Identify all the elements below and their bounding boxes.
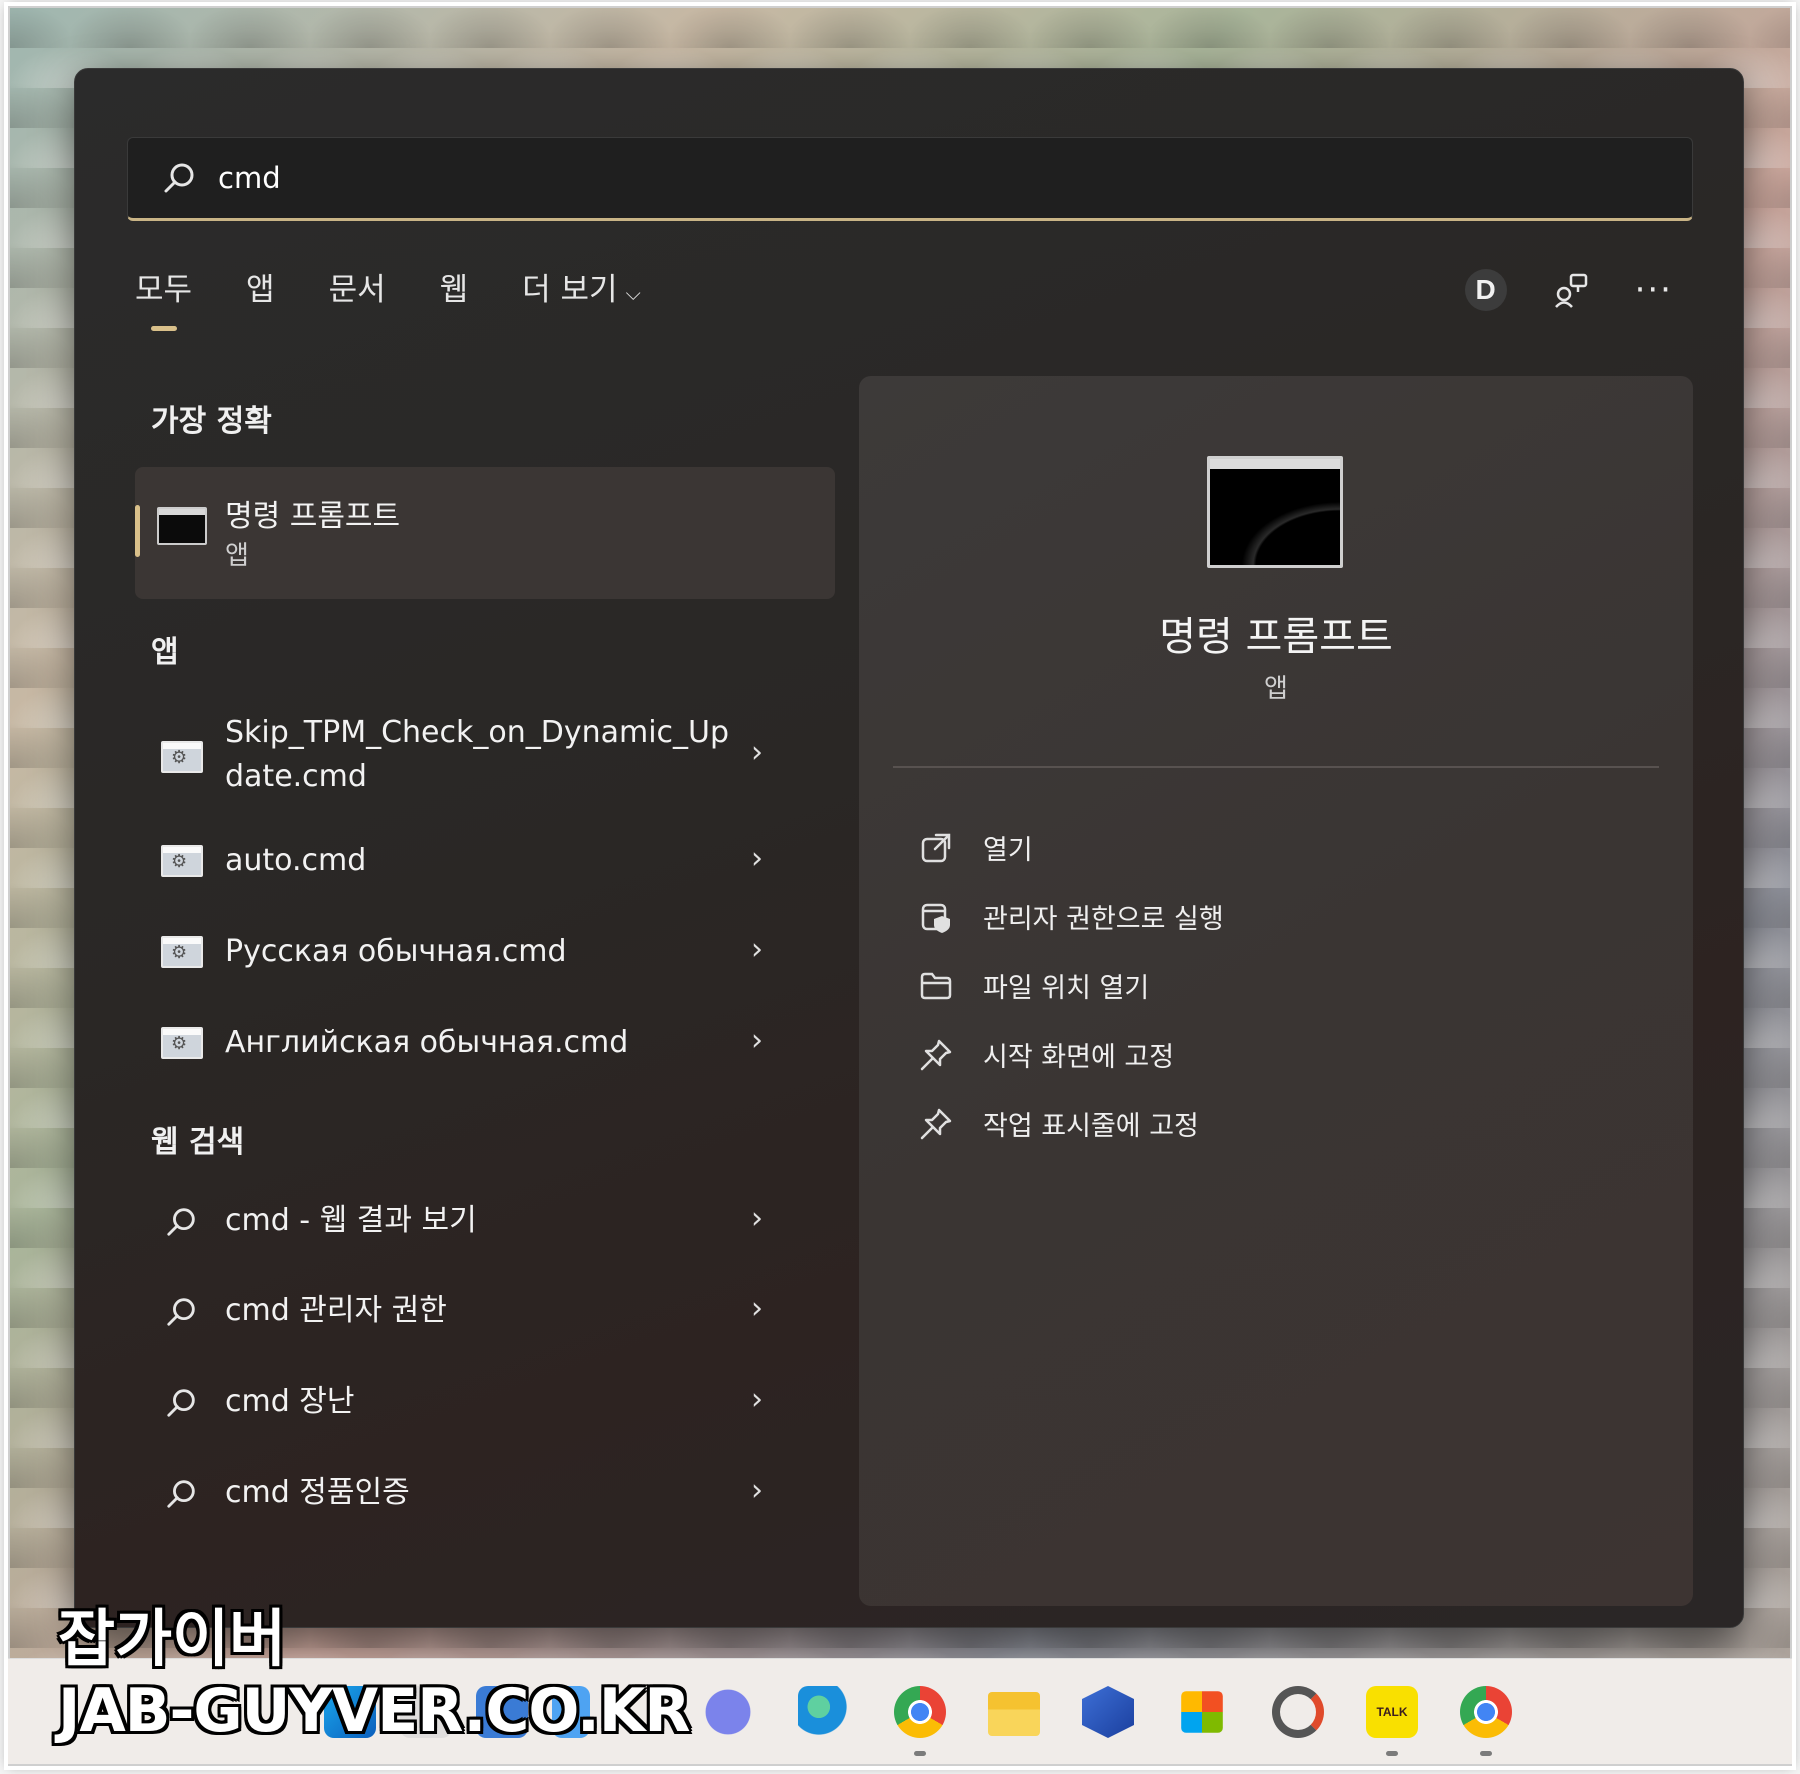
action-label: 파일 위치 열기 xyxy=(983,973,1150,1004)
shield-run-icon xyxy=(921,903,950,933)
script-file-icon xyxy=(161,845,203,877)
web-result-1[interactable]: cmd - 웹 결과 보기 › xyxy=(135,1187,835,1257)
edge-icon[interactable] xyxy=(798,1686,850,1738)
chevron-right-icon[interactable]: › xyxy=(751,1023,763,1058)
top-right-actions: D ··· xyxy=(1464,269,1673,311)
store-icon[interactable] xyxy=(1181,1691,1223,1733)
running-indicator xyxy=(1480,1751,1492,1756)
chrome-icon[interactable] xyxy=(894,1686,946,1738)
watermark-korean: 잡가이버 xyxy=(58,1602,287,1675)
action-open-file-location[interactable]: 파일 위치 열기 xyxy=(919,966,1149,1005)
action-label: 열기 xyxy=(983,835,1033,866)
web-result-3[interactable]: cmd 장난 › xyxy=(135,1368,835,1438)
app-result-label: Английская обычная.cmd xyxy=(225,1025,629,1060)
action-pin-to-taskbar[interactable]: 작업 표시줄에 고정 xyxy=(919,1104,1199,1143)
chevron-right-icon[interactable]: › xyxy=(751,932,763,967)
app-result-label: Русская обычная.cmd xyxy=(225,934,567,969)
detail-title: 명령 프롬프트 xyxy=(1159,614,1393,660)
web-result-4[interactable]: cmd 정품인증 › xyxy=(135,1459,835,1529)
action-run-as-admin[interactable]: 관리자 권한으로 실행 xyxy=(919,897,1224,936)
chrome-profile-icon[interactable] xyxy=(1460,1686,1512,1738)
chevron-right-icon[interactable]: › xyxy=(751,1291,763,1326)
selection-indicator xyxy=(135,505,140,557)
best-match-title: 명령 프롬프트 xyxy=(225,499,401,534)
account-avatar[interactable]: D xyxy=(1464,269,1507,311)
search-icon xyxy=(167,1389,195,1417)
chevron-right-icon[interactable]: › xyxy=(751,841,763,876)
action-pin-to-start[interactable]: 시작 화면에 고정 xyxy=(919,1035,1174,1074)
web-result-label: cmd - 웹 결과 보기 xyxy=(225,1203,477,1238)
search-box[interactable] xyxy=(127,137,1693,221)
chevron-right-icon[interactable]: › xyxy=(751,1473,763,1508)
action-label: 관리자 권한으로 실행 xyxy=(983,904,1224,935)
script-file-icon xyxy=(161,741,203,773)
web-result-2[interactable]: cmd 관리자 권한 › xyxy=(135,1277,835,1347)
sync-icon[interactable] xyxy=(1272,1686,1324,1738)
script-file-icon xyxy=(161,936,203,968)
app-result-label-line2: date.cmd xyxy=(225,759,367,794)
pin-icon xyxy=(920,1039,952,1070)
kakaotalk-icon[interactable]: TALK xyxy=(1366,1686,1418,1738)
pin-icon xyxy=(920,1108,952,1139)
start-search-panel: 모두 앱 문서 웹 더 보기⌵ D ··· 가장 정확 명령 프롬프트 앱 앱 … xyxy=(74,68,1744,1628)
section-best-match: 가장 정확 xyxy=(151,404,272,439)
web-result-label: cmd 장난 xyxy=(225,1384,355,1419)
running-indicator xyxy=(914,1751,926,1756)
best-match-subtitle: 앱 xyxy=(225,541,249,571)
command-prompt-icon xyxy=(1207,456,1343,568)
section-apps: 앱 xyxy=(151,635,179,670)
section-web-search: 웹 검색 xyxy=(151,1125,245,1160)
action-label: 시작 화면에 고정 xyxy=(983,1042,1175,1073)
detail-pane: 명령 프롬프트 앱 열기 관리자 권한으로 실행 파일 위치 열기 시작 화면에… xyxy=(859,376,1693,1606)
chevron-down-icon: ⌵ xyxy=(625,281,641,305)
app-result-skip-tpm[interactable]: Skip_TPM_Check_on_Dynamic_Up date.cmd › xyxy=(135,709,835,805)
app-result-english[interactable]: Английская обычная.cmd › xyxy=(135,1009,835,1079)
app-result-russian[interactable]: Русская обычная.cmd › xyxy=(135,918,835,988)
watermark-url: JAB-GUYVER.CO.KR xyxy=(58,1676,691,1746)
open-external-icon xyxy=(921,833,951,862)
best-match-item[interactable]: 명령 프롬프트 앱 xyxy=(135,467,835,599)
action-label: 작업 표시줄에 고정 xyxy=(983,1111,1199,1142)
chevron-right-icon[interactable]: › xyxy=(751,735,763,770)
tab-web[interactable]: 웹 xyxy=(440,264,469,309)
detail-subtitle: 앱 xyxy=(1264,674,1288,704)
search-icon xyxy=(164,163,194,193)
filter-tabs: 모두 앱 문서 웹 더 보기 ⌵ xyxy=(135,264,641,309)
search-input[interactable] xyxy=(218,161,1518,195)
share-devices-icon[interactable] xyxy=(1551,270,1591,310)
running-indicator xyxy=(1386,1751,1398,1756)
tab-apps[interactable]: 앱 xyxy=(246,264,275,309)
search-icon xyxy=(167,1298,195,1326)
folder-icon xyxy=(920,972,952,999)
app-result-label: auto.cmd xyxy=(225,843,367,878)
file-explorer-icon[interactable] xyxy=(988,1692,1040,1736)
app-result-label-line1: Skip_TPM_Check_on_Dynamic_Up xyxy=(225,715,730,750)
keypass-icon[interactable] xyxy=(1082,1686,1134,1738)
chevron-right-icon[interactable]: › xyxy=(751,1201,763,1236)
search-icon xyxy=(167,1480,195,1508)
command-prompt-icon xyxy=(157,507,207,545)
tab-more[interactable]: 더 보기 ⌵ xyxy=(522,264,641,309)
tab-all[interactable]: 모두 xyxy=(135,264,192,309)
tab-documents[interactable]: 문서 xyxy=(329,264,386,309)
tab-more-label: 더 보기 xyxy=(522,272,618,308)
action-open[interactable]: 열기 xyxy=(919,828,1033,867)
kakaotalk-label: TALK xyxy=(1376,1705,1408,1719)
divider xyxy=(893,766,1659,768)
app-result-auto[interactable]: auto.cmd › xyxy=(135,827,835,897)
script-file-icon xyxy=(161,1027,203,1059)
app-result-label: Skip_TPM_Check_on_Dynamic_Up date.cmd xyxy=(225,711,729,799)
more-options-icon[interactable]: ··· xyxy=(1635,273,1673,307)
web-result-label: cmd 관리자 권한 xyxy=(225,1293,447,1328)
web-result-label: cmd 정품인증 xyxy=(225,1475,410,1510)
teams-icon[interactable] xyxy=(702,1686,754,1738)
chevron-right-icon[interactable]: › xyxy=(751,1382,763,1417)
search-icon xyxy=(167,1208,195,1236)
